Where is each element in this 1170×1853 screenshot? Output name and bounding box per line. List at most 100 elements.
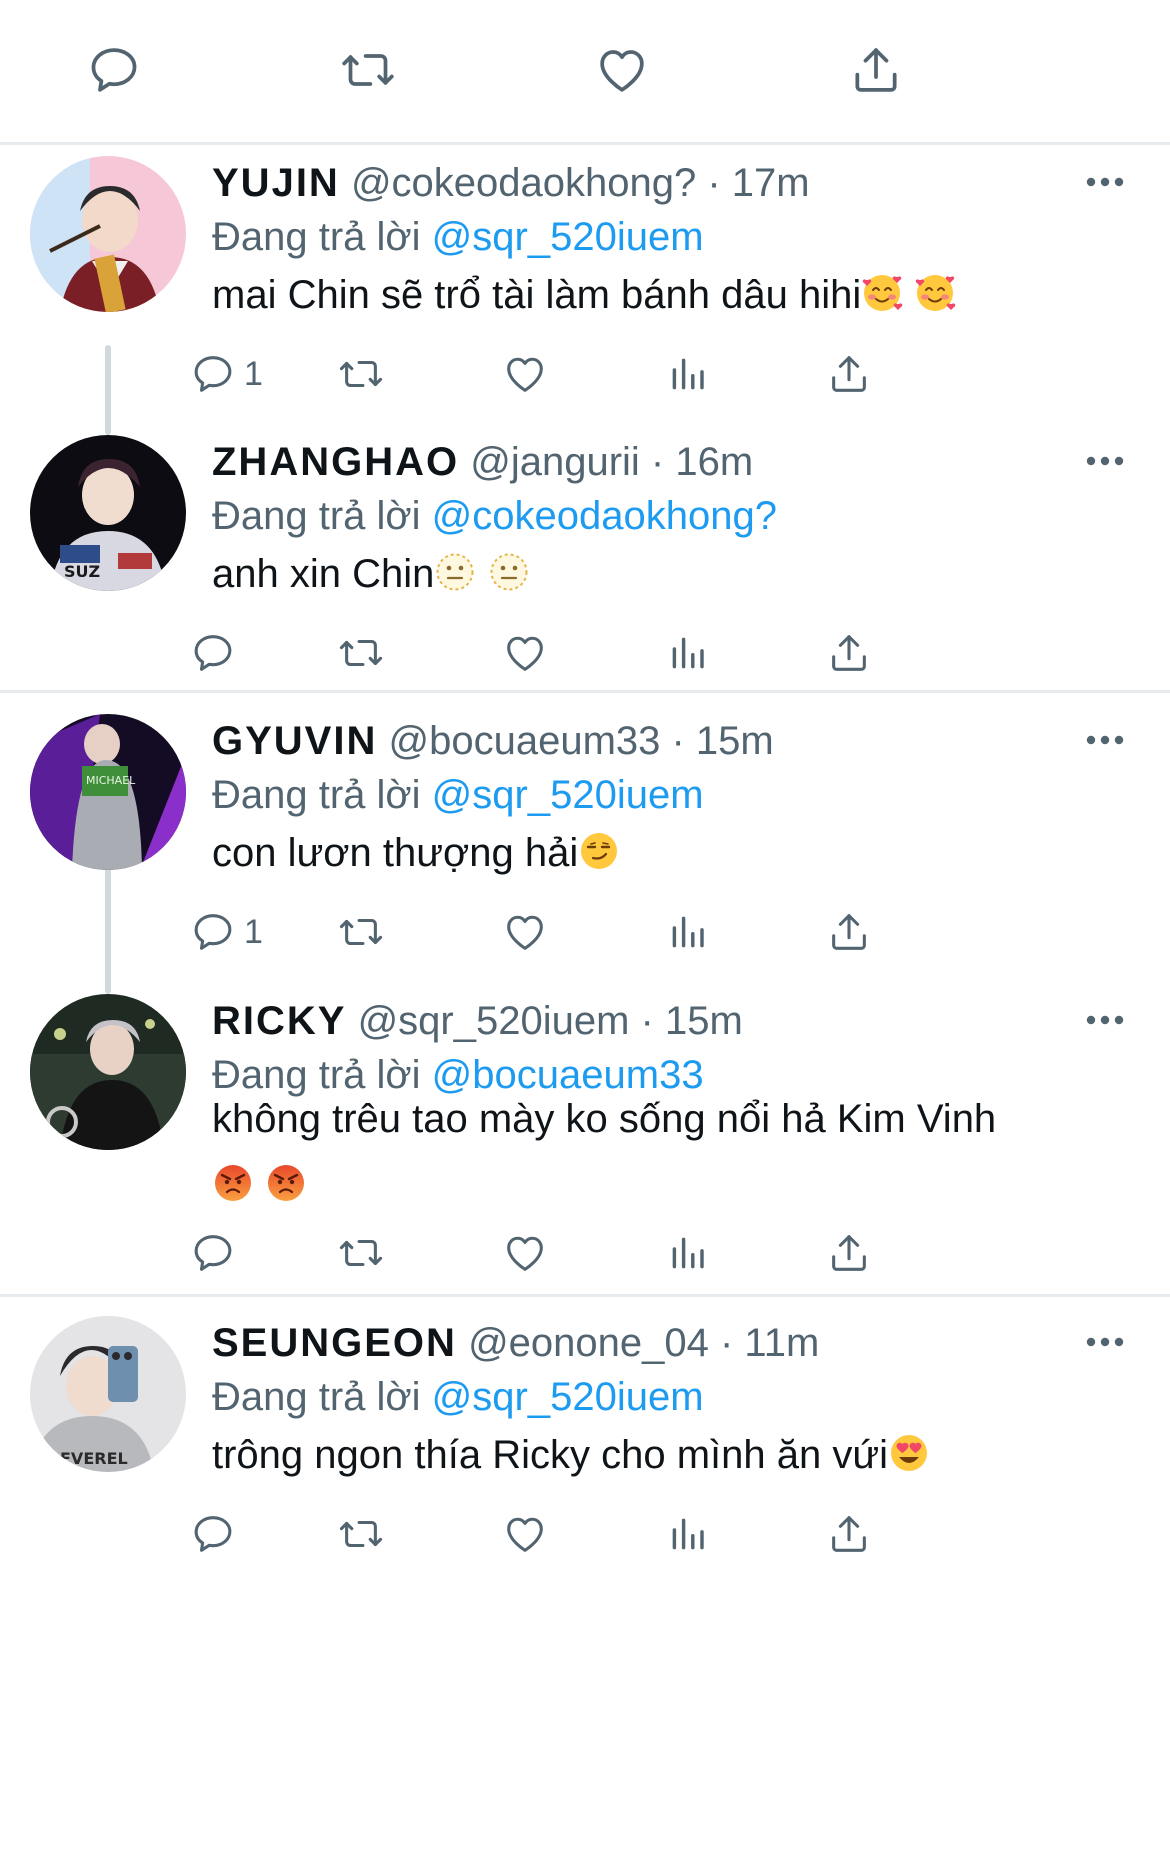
- divider: [0, 690, 1170, 693]
- replying-to: Đang trả lời @cokeodaokhong?: [212, 493, 777, 539]
- share-icon: [826, 1230, 872, 1276]
- handle-time: @bocuaeum33 · 15m: [388, 719, 774, 763]
- like-icon: [502, 909, 548, 955]
- replying-to-label: Đang trả lời: [212, 1375, 421, 1419]
- like-button[interactable]: [502, 1509, 548, 1559]
- tweet-text: con lươn thượng hải: [212, 820, 1112, 886]
- tweet-text-content: không trêu tao mày ko sống nổi hả Kim Vi…: [212, 1097, 997, 1141]
- views-button[interactable]: [665, 1228, 711, 1278]
- avatar[interactable]: [30, 1316, 186, 1472]
- reply-icon[interactable]: [86, 42, 142, 98]
- display-name[interactable]: SEUNGEON: [212, 1321, 457, 1365]
- avatar[interactable]: [30, 435, 186, 591]
- smiling-face-with-hearts-icon: [861, 272, 903, 314]
- smiling-face-with-hearts-icon: [914, 272, 956, 314]
- parent-tweet-actions: [0, 0, 1170, 145]
- share-button[interactable]: [826, 1509, 872, 1559]
- tweet-text-content: con lươn thượng hải: [212, 831, 579, 875]
- retweet-icon[interactable]: [340, 42, 396, 98]
- mention-link[interactable]: @sqr_520iuem: [432, 215, 704, 259]
- share-icon[interactable]: [848, 42, 904, 98]
- handle-time: @jangurii · 16m: [470, 440, 754, 484]
- tweet-text: mai Chin sẽ trổ tài làm bánh dâu hihi: [212, 262, 1112, 328]
- share-icon: [826, 351, 872, 397]
- replying-to-label: Đang trả lời: [212, 773, 421, 817]
- tweet-text: không trêu tao mày ko sống nổi hả Kim Vi…: [212, 1086, 1112, 1218]
- tweet-actions: [212, 1509, 1132, 1559]
- tweet-header: ZHANGHAO @jangurii · 16m: [212, 439, 753, 485]
- like-button[interactable]: [502, 628, 548, 678]
- mention-link[interactable]: @cokeodaokhong?: [432, 494, 777, 538]
- like-button[interactable]: [502, 1228, 548, 1278]
- tweet-text-content: anh xin Chin: [212, 552, 435, 596]
- heart-eyes-face-icon: [888, 1432, 930, 1474]
- divider: [0, 1294, 1170, 1297]
- tweet-header: GYUVIN @bocuaeum33 · 15m: [212, 718, 774, 764]
- replying-to: Đang trả lời @sqr_520iuem: [212, 1374, 704, 1420]
- avatar[interactable]: [30, 994, 186, 1150]
- more-icon[interactable]: [1085, 1336, 1125, 1348]
- views-button[interactable]: [665, 1509, 711, 1559]
- retweet-button[interactable]: [338, 1228, 384, 1278]
- display-name[interactable]: ZHANGHAO: [212, 440, 459, 484]
- mention-link[interactable]: @sqr_520iuem: [432, 1375, 704, 1419]
- display-name[interactable]: RICKY: [212, 999, 346, 1043]
- like-icon: [502, 351, 548, 397]
- retweet-button[interactable]: [338, 628, 384, 678]
- reply-icon: [190, 1511, 236, 1557]
- views-button[interactable]: [665, 628, 711, 678]
- tweet[interactable]: ZHANGHAO @jangurii · 16m Đang trả lời @c…: [0, 435, 1170, 685]
- mention-link[interactable]: @sqr_520iuem: [432, 773, 704, 817]
- replying-to: Đang trả lời @sqr_520iuem: [212, 772, 704, 818]
- like-button[interactable]: [502, 349, 548, 399]
- tweet[interactable]: SEUNGEON @eonone_04 · 11m Đang trả lời @…: [0, 1316, 1170, 1566]
- like-icon[interactable]: [594, 42, 650, 98]
- tweet[interactable]: YUJIN @cokeodaokhong? · 17m Đang trả lời…: [0, 156, 1170, 406]
- reply-icon: [190, 351, 236, 397]
- dotted-neutral-face-icon: [488, 551, 530, 593]
- tweet-actions: 1: [212, 349, 1132, 399]
- more-icon[interactable]: [1085, 734, 1125, 746]
- reply-icon: [190, 1230, 236, 1276]
- share-icon: [826, 909, 872, 955]
- display-name[interactable]: YUJIN: [212, 161, 340, 205]
- share-icon: [826, 1511, 872, 1557]
- views-button[interactable]: [665, 907, 711, 957]
- share-button[interactable]: [826, 349, 872, 399]
- angry-face-icon: [265, 1162, 307, 1204]
- tweet[interactable]: GYUVIN @bocuaeum33 · 15m Đang trả lời @s…: [0, 714, 1170, 964]
- more-icon[interactable]: [1085, 455, 1125, 467]
- more-icon[interactable]: [1085, 1014, 1125, 1026]
- share-button[interactable]: [826, 628, 872, 678]
- avatar[interactable]: [30, 714, 186, 870]
- views-icon: [665, 1230, 711, 1276]
- tweet-header: SEUNGEON @eonone_04 · 11m: [212, 1320, 819, 1366]
- handle-time: @eonone_04 · 11m: [468, 1321, 820, 1365]
- reply-button[interactable]: 1: [190, 349, 263, 399]
- reply-button[interactable]: [190, 1509, 236, 1559]
- tweet[interactable]: RICKY @sqr_520iuem · 15m Đang trả lời @b…: [0, 994, 1170, 1294]
- tweet-text-content: trông ngon thía Ricky cho mình ăn vứi: [212, 1433, 889, 1477]
- views-icon: [665, 1511, 711, 1557]
- retweet-button[interactable]: [338, 349, 384, 399]
- tweet-header: YUJIN @cokeodaokhong? · 17m: [212, 160, 810, 206]
- reply-button[interactable]: [190, 628, 236, 678]
- like-button[interactable]: [502, 907, 548, 957]
- views-button[interactable]: [665, 349, 711, 399]
- retweet-button[interactable]: [338, 907, 384, 957]
- tweet-actions: [212, 1228, 1132, 1278]
- angry-face-icon: [212, 1162, 254, 1204]
- share-button[interactable]: [826, 907, 872, 957]
- display-name[interactable]: GYUVIN: [212, 719, 377, 763]
- reply-button[interactable]: [190, 1228, 236, 1278]
- share-icon: [826, 630, 872, 676]
- tweet-actions: 1: [212, 907, 1132, 957]
- avatar[interactable]: [30, 156, 186, 312]
- more-icon[interactable]: [1085, 176, 1125, 188]
- views-icon: [665, 630, 711, 676]
- reply-button[interactable]: 1: [190, 907, 263, 957]
- share-button[interactable]: [826, 1228, 872, 1278]
- retweet-icon: [338, 351, 384, 397]
- views-icon: [665, 351, 711, 397]
- retweet-button[interactable]: [338, 1509, 384, 1559]
